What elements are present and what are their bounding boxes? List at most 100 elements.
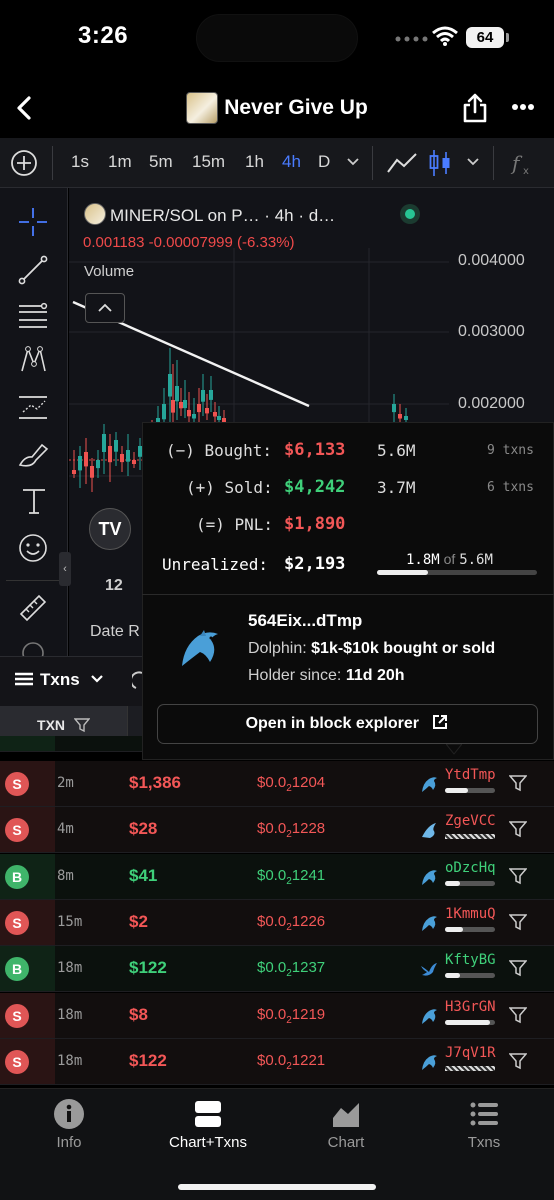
status-time: 3:26: [78, 22, 129, 49]
table-row[interactable]: B 18m $122 $0.021237 KftyBG: [0, 946, 554, 993]
txn-price-prefix: $0.0: [257, 820, 287, 838]
sell-badge: S: [5, 772, 29, 796]
price-change: 0.001183 -0.00007999 (-6.33%): [83, 234, 295, 251]
bought-usd: $6,133: [284, 440, 346, 460]
candlestick-icon[interactable]: [428, 148, 452, 178]
tab-chart-txns[interactable]: Chart+Txns: [158, 1098, 258, 1151]
toolbar-divider: [52, 146, 53, 180]
chevron-down-icon[interactable]: [346, 157, 360, 167]
crosshair-icon[interactable]: [17, 206, 49, 238]
timeframe-1s[interactable]: 1s: [71, 152, 89, 172]
table-row[interactable]: S 18m $8 $0.021219 H3GrGN: [0, 992, 554, 1039]
maker-address[interactable]: 1KmmuQ: [445, 906, 496, 922]
unrealized-total: 5.6M: [459, 552, 493, 568]
txn-price: $0.021228: [257, 820, 325, 840]
chevron-down-icon: [91, 675, 104, 683]
txn-age: 15m: [57, 913, 83, 930]
timeframe-d[interactable]: D: [318, 152, 330, 172]
share-icon[interactable]: [462, 92, 488, 124]
dolphin-icon: [182, 630, 218, 666]
text-tool-icon[interactable]: [20, 486, 48, 516]
emoji-icon[interactable]: [17, 532, 49, 564]
filter-icon[interactable]: [509, 1052, 527, 1070]
unrealized-label: Unrealized:: [162, 555, 268, 574]
dolphin-icon: [422, 1008, 437, 1024]
dolphin-icon: [422, 1054, 437, 1070]
dynamic-island: [196, 14, 358, 62]
tab-chart[interactable]: Chart: [296, 1098, 396, 1151]
txn-price: $0.021226: [257, 913, 325, 933]
filter-icon[interactable]: [509, 774, 527, 792]
txn-usd: $122: [129, 1050, 167, 1070]
filter-icon[interactable]: [509, 867, 527, 885]
pattern-icon[interactable]: [17, 344, 49, 376]
candle-body: [192, 414, 196, 419]
sold-usd: $4,242: [284, 477, 346, 497]
txn-price: $0.021219: [257, 1006, 325, 1026]
function-icon[interactable]: f x: [510, 150, 534, 176]
table-row[interactable]: S 2m $1,386 $0.021204 YtdTmp: [0, 761, 554, 807]
tab-txns-label: Txns: [467, 1134, 501, 1151]
token-avatar: [186, 92, 219, 124]
candle-body: [162, 404, 166, 420]
chevron-down-icon[interactable]: [466, 157, 480, 167]
table-row[interactable]: S 15m $2 $0.021226 1KmmuQ: [0, 899, 554, 946]
maker-address[interactable]: H3GrGN: [445, 999, 496, 1015]
filter-icon[interactable]: [509, 820, 527, 838]
info-icon: [54, 1099, 84, 1129]
txn-age: 18m: [57, 1006, 83, 1023]
timeframe-4h[interactable]: 4h: [282, 152, 301, 172]
filter-icon[interactable]: [509, 913, 527, 931]
table-row[interactable]: S 18m $122 $0.021221 J7qV1R: [0, 1038, 554, 1085]
txn-price: $0.021237: [257, 959, 325, 979]
candle-body: [171, 400, 175, 413]
txn-usd: $41: [129, 865, 158, 885]
txn-usd: $28: [129, 819, 158, 839]
brush-icon[interactable]: [17, 438, 51, 470]
sold-label: (+) Sold:: [186, 478, 273, 497]
filter-icon[interactable]: [509, 1006, 527, 1024]
date-range-button[interactable]: Date R: [90, 623, 140, 641]
maker-address[interactable]: KftyBG: [445, 952, 496, 968]
timeframe-1m[interactable]: 1m: [108, 152, 132, 172]
svg-text:f: f: [510, 151, 523, 175]
timeframe-15m[interactable]: 15m: [192, 152, 225, 172]
tab-info[interactable]: Info: [19, 1098, 119, 1151]
collapse-indicators-button[interactable]: [85, 293, 125, 323]
home-indicator: [178, 1184, 376, 1190]
maker-address[interactable]: ZgeVCC: [445, 813, 496, 829]
maker-address[interactable]: oDzcHq: [445, 860, 496, 876]
txns-dropdown[interactable]: Txns: [14, 670, 104, 690]
more-icon[interactable]: [511, 103, 535, 111]
candle-body: [168, 374, 172, 397]
column-txn-label: TXN: [37, 717, 66, 733]
txn-price-rest: 1241: [291, 866, 326, 884]
zoom-icon[interactable]: [20, 640, 46, 656]
timeframe-5m[interactable]: 5m: [149, 152, 173, 172]
unrealized-of: of: [443, 551, 456, 567]
sold-txns: 6 txns: [487, 480, 534, 495]
sell-badge: S: [5, 1003, 29, 1028]
maker-address[interactable]: YtdTmp: [445, 767, 496, 783]
line-chart-icon[interactable]: [386, 150, 418, 176]
y-tick-label: 0.002000: [458, 395, 525, 412]
tab-txns[interactable]: Txns: [434, 1098, 534, 1151]
table-row[interactable]: B 8m $41 $0.021241 oDzcHq: [0, 853, 554, 900]
filter-icon[interactable]: [509, 959, 527, 977]
trend-line-icon[interactable]: [17, 254, 49, 286]
ruler-icon[interactable]: [17, 592, 49, 624]
open-explorer-button[interactable]: Open in block explorer: [157, 704, 538, 744]
fib-lines-icon[interactable]: [17, 300, 49, 332]
holding-bar-fill: [445, 973, 460, 979]
candle-body: [108, 446, 112, 463]
holding-bar-fill: [445, 880, 460, 886]
add-indicator-icon[interactable]: [10, 149, 38, 177]
maker-address[interactable]: J7qV1R: [445, 1045, 496, 1061]
table-row[interactable]: S 4m $28 $0.021228 ZgeVCC: [0, 807, 554, 854]
wallet-address[interactable]: 564Eix...dTmp: [248, 611, 362, 631]
timeframe-1h[interactable]: 1h: [245, 152, 264, 172]
prediction-icon[interactable]: [17, 392, 49, 424]
tab-chart-label: Chart: [327, 1134, 365, 1151]
sell-badge: S: [5, 1049, 29, 1074]
toolbar-collapse-handle[interactable]: ‹: [59, 552, 71, 586]
